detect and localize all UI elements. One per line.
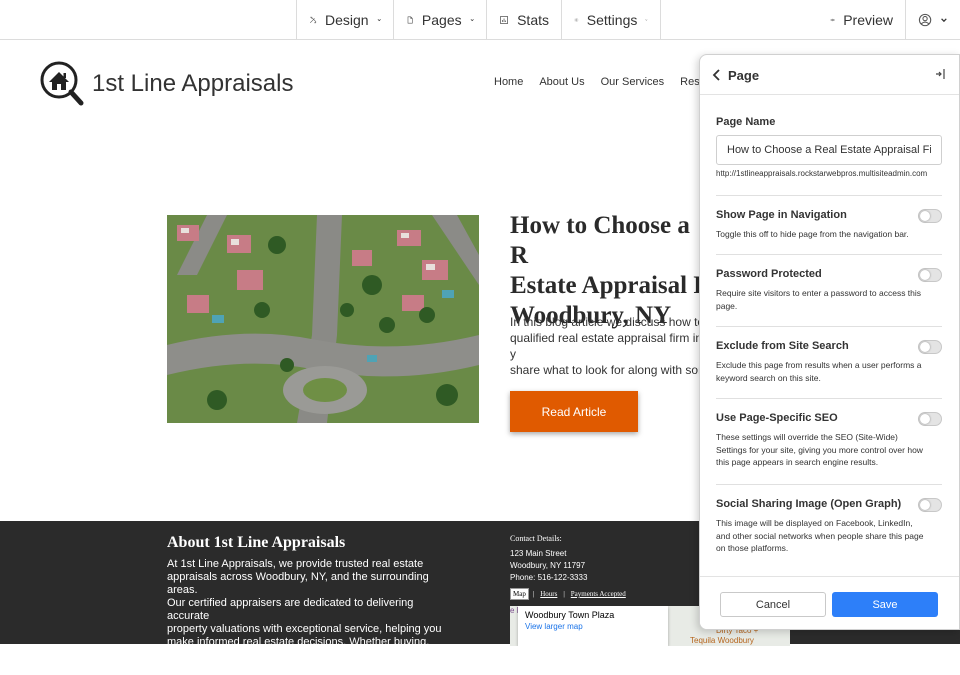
option-desc-show-in-nav: Toggle this off to hide page from the na… — [716, 229, 909, 239]
article-excerpt: In this blog article we discuss how to q… — [510, 315, 709, 380]
map-tab-payments[interactable]: Payments Accepted — [569, 589, 628, 599]
chevron-left-icon[interactable] — [712, 69, 722, 81]
article-hero-image — [167, 215, 479, 423]
map-tab-hours[interactable]: Hours — [538, 589, 559, 599]
page-name-label: Page Name — [716, 116, 776, 128]
article-title[interactable]: How to Choose a R Estate Appraisal F Woo… — [510, 211, 710, 331]
divider — [716, 484, 942, 485]
map-tab-map[interactable]: Map — [510, 588, 529, 600]
exclude-from-search-toggle[interactable] — [918, 340, 942, 354]
preview-label: Preview — [843, 12, 893, 28]
panel-footer: Cancel Save — [700, 576, 959, 629]
nav-item-home[interactable]: Home — [494, 76, 523, 88]
chevron-down-icon — [941, 18, 947, 23]
site-navigation: Home About Us Our Services Resour — [494, 76, 716, 88]
password-protected-toggle[interactable] — [918, 268, 942, 282]
panel-title: Page — [728, 68, 760, 83]
collapse-panel-icon[interactable] — [934, 67, 948, 81]
map-place-name: Woodbury Town Plaza — [525, 610, 615, 620]
divider — [716, 398, 942, 399]
chevron-down-icon — [645, 19, 648, 21]
divider — [716, 195, 942, 196]
page-specific-seo-toggle[interactable] — [918, 412, 942, 426]
save-button[interactable]: Save — [832, 592, 938, 617]
stats-label: Stats — [517, 12, 549, 28]
toggle-knob — [920, 342, 930, 352]
page-name-input[interactable] — [716, 135, 942, 165]
page-url: http://1stlineappraisals.rockstarwebpros… — [716, 169, 928, 178]
contact-phone: Phone: 516-122-3333 — [510, 573, 588, 582]
page-icon — [407, 16, 413, 24]
divider — [716, 254, 942, 255]
preview-button[interactable]: Preview — [818, 0, 905, 40]
map-place-card: Woodbury Town Plaza View larger map — [518, 606, 668, 646]
design-tools-icon — [309, 16, 317, 24]
stats-button[interactable]: Stats — [486, 0, 561, 40]
settings-menu-button[interactable]: Settings — [561, 0, 661, 40]
editor-toolbar: Design Pages Stats Settings Preview — [0, 0, 960, 40]
option-label-page-seo: Use Page-Specific SEO — [716, 412, 838, 424]
footer-about-text: At 1st Line Appraisals, we provide trust… — [167, 558, 455, 674]
option-desc-page-seo: These settings will override the SEO (Si… — [716, 432, 923, 467]
option-desc-password: Require site visitors to enter a passwor… — [716, 288, 922, 311]
option-label-show-in-nav: Show Page in Navigation — [716, 209, 847, 221]
design-menu-button[interactable]: Design — [296, 0, 393, 40]
bar-chart-icon — [500, 16, 508, 24]
panel-header: Page — [700, 55, 959, 95]
gear-icon — [574, 18, 579, 22]
user-avatar-icon — [918, 13, 932, 27]
option-desc-exclude-search: Exclude this page from results when a us… — [716, 360, 922, 383]
tab-separator: | — [532, 590, 535, 598]
show-in-navigation-toggle[interactable] — [918, 209, 942, 223]
option-desc-social-image: This image will be displayed on Facebook… — [716, 518, 924, 553]
toggle-knob — [920, 414, 930, 424]
house-magnifier-logo-icon[interactable] — [40, 61, 84, 107]
option-label-social-image: Social Sharing Image (Open Graph) — [716, 498, 902, 510]
design-label: Design — [324, 12, 369, 28]
toggle-knob — [920, 500, 930, 510]
aerial-neighborhood-image — [167, 215, 479, 423]
chevron-down-icon — [377, 19, 381, 22]
toggle-knob — [920, 211, 930, 221]
tab-separator: | — [563, 590, 565, 598]
view-larger-map-link[interactable]: View larger map — [525, 622, 661, 631]
toggle-knob — [920, 270, 930, 280]
settings-label: Settings — [586, 12, 638, 28]
eye-icon — [830, 18, 835, 22]
chevron-down-icon — [470, 19, 474, 22]
page-settings-panel: Page Page Name http://1stlineappraisals.… — [699, 54, 960, 630]
site-title[interactable]: 1st Line Appraisals — [92, 70, 293, 98]
pages-menu-button[interactable]: Pages — [393, 0, 486, 40]
option-label-exclude-search: Exclude from Site Search — [716, 340, 849, 352]
footer-about-title: About 1st Line Appraisals — [167, 534, 346, 551]
map-tabs: Map | Hours | Payments Accepted — [510, 588, 628, 600]
nav-item-our-services[interactable]: Our Services — [601, 76, 665, 88]
social-sharing-image-toggle[interactable] — [918, 498, 942, 512]
option-label-password: Password Protected — [716, 268, 822, 280]
contact-address-line-2: Woodbury, NY 11797 — [510, 561, 586, 570]
cancel-button[interactable]: Cancel — [720, 592, 826, 617]
account-menu-button[interactable] — [905, 0, 960, 40]
contact-heading: Contact Details: — [510, 534, 562, 543]
divider — [716, 326, 942, 327]
contact-address-line-1: 123 Main Street — [510, 549, 567, 558]
read-article-button[interactable]: Read Article — [510, 391, 638, 432]
pages-label: Pages — [421, 12, 462, 28]
nav-item-about-us[interactable]: About Us — [539, 76, 584, 88]
